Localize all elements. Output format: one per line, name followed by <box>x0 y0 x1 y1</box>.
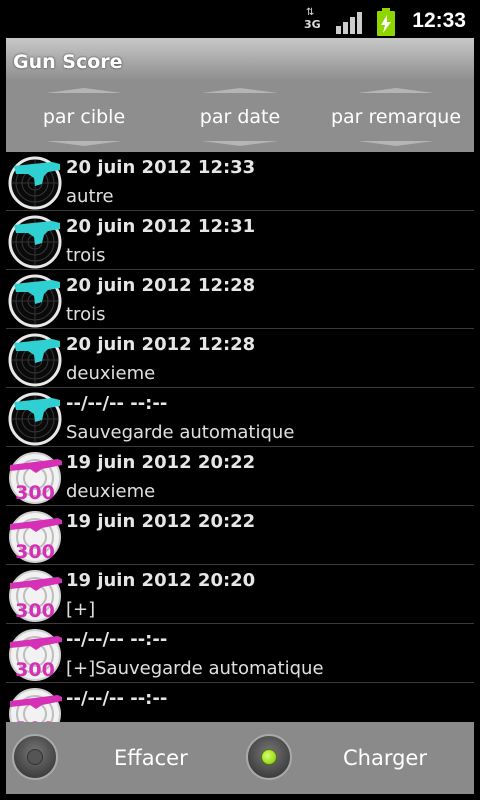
item-date: 19 juin 2012 20:22 <box>66 511 256 532</box>
item-note: Sauvegarde automatique <box>66 422 295 443</box>
network-icon: ⇅ 3G <box>304 7 321 31</box>
item-note: autre <box>66 186 114 207</box>
list-item[interactable]: 20 juin 2012 12:33 autre <box>6 152 474 211</box>
list-item[interactable]: 20 juin 2012 12:28 trois <box>6 270 474 329</box>
item-note: [+] <box>66 599 96 620</box>
radio-off-indicator <box>27 749 43 765</box>
sort-by-note-label: par remarque <box>330 106 462 128</box>
item-date: 20 juin 2012 12:28 <box>66 275 256 296</box>
score-300-text: 300 <box>15 659 55 681</box>
item-date: 20 juin 2012 12:33 <box>66 157 256 178</box>
sort-arrow-up-icon <box>46 88 122 93</box>
list-item[interactable]: 300 19 juin 2012 20:22 <box>6 506 474 565</box>
sort-bar: par cible par date par remarque <box>6 82 474 152</box>
list-item[interactable]: 300 --/--/-- --:-- <box>6 683 474 722</box>
item-date: 20 juin 2012 12:28 <box>66 334 256 355</box>
item-date: 19 juin 2012 20:20 <box>66 570 256 591</box>
rifle-target-icon: 300 <box>8 569 62 623</box>
item-note: deuxieme <box>66 481 156 502</box>
pistol-target-icon <box>8 392 62 446</box>
sort-by-target-label: par cible <box>42 106 126 128</box>
sort-arrow-down-icon <box>358 141 434 146</box>
app-title: Gun Score <box>13 51 123 73</box>
pistol-target-icon <box>8 333 62 387</box>
item-date: --/--/-- --:-- <box>66 393 168 414</box>
sort-arrow-down-icon <box>46 141 122 146</box>
delete-radio-button[interactable] <box>12 734 58 780</box>
pistol-target-icon <box>8 215 62 269</box>
sort-arrow-up-icon <box>358 88 434 93</box>
battery-charging-icon <box>376 8 396 36</box>
item-note: trois <box>66 304 106 325</box>
item-note: deuxieme <box>66 363 156 384</box>
signal-icon <box>336 12 364 34</box>
sort-by-date-button[interactable]: par date <box>162 82 318 152</box>
rifle-target-icon: 300 <box>8 628 62 682</box>
score-300-text: 300 <box>15 482 55 504</box>
status-clock: 12:33 <box>412 9 466 32</box>
sort-by-date-label: par date <box>199 106 281 128</box>
item-note: [+]Sauvegarde automatique <box>66 658 324 679</box>
item-date: --/--/-- --:-- <box>66 629 168 650</box>
list-item[interactable]: --/--/-- --:-- Sauvegarde automatique <box>6 388 474 447</box>
load-label[interactable]: Charger <box>343 746 427 770</box>
sort-by-target-button[interactable]: par cible <box>6 82 162 152</box>
item-date: --/--/-- --:-- <box>66 688 168 709</box>
list-item[interactable]: 300 19 juin 2012 20:20 [+] <box>6 565 474 624</box>
rifle-target-icon: 300 <box>8 510 62 564</box>
pistol-target-icon <box>8 156 62 210</box>
rifle-target-icon: 300 <box>8 451 62 505</box>
sort-arrow-down-icon <box>202 141 278 146</box>
list-item[interactable]: 20 juin 2012 12:28 deuxieme <box>6 329 474 388</box>
delete-label[interactable]: Effacer <box>114 746 188 770</box>
sort-by-note-button[interactable]: par remarque <box>318 82 474 152</box>
item-note: trois <box>66 245 106 266</box>
pistol-target-icon <box>8 274 62 328</box>
bottom-edge <box>0 794 480 800</box>
status-bar: ⇅ 3G 12:33 <box>0 0 480 38</box>
sort-arrow-up-icon <box>202 88 278 93</box>
score-300-text: 300 <box>15 600 55 622</box>
list-item[interactable]: 20 juin 2012 12:31 trois <box>6 211 474 270</box>
load-radio-button[interactable] <box>246 734 292 780</box>
bottom-action-bar: Effacer Charger <box>6 722 474 794</box>
list-item[interactable]: 300 --/--/-- --:-- [+]Sauvegarde automat… <box>6 624 474 683</box>
item-date: 19 juin 2012 20:22 <box>66 452 256 473</box>
network-type: 3G <box>304 18 321 31</box>
title-bar: Gun Score <box>0 38 480 82</box>
item-date: 20 juin 2012 12:31 <box>66 216 256 237</box>
list-item[interactable]: 300 19 juin 2012 20:22 deuxieme <box>6 447 474 506</box>
score-list[interactable]: 20 juin 2012 12:33 autre 20 juin 2012 12… <box>6 152 474 722</box>
score-300-text: 300 <box>15 541 55 563</box>
radio-on-indicator <box>261 749 277 765</box>
rifle-target-icon: 300 <box>8 687 62 722</box>
